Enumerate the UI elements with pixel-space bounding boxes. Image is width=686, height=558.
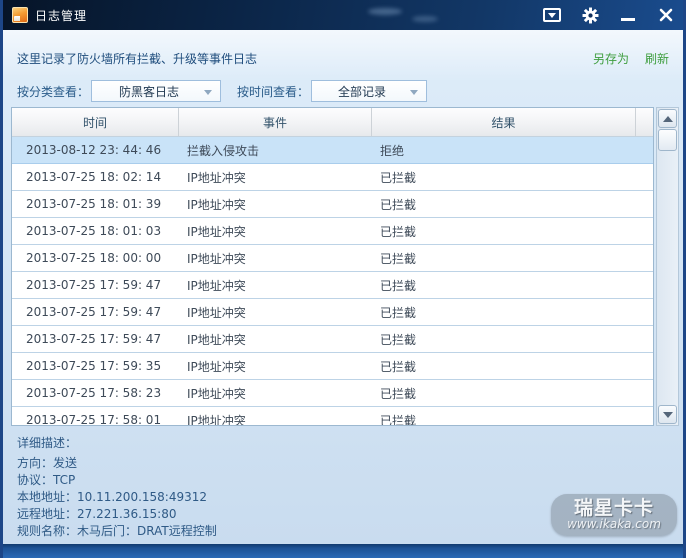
log-manager-window: 日志管理 这里记录了防火墙所有拦截、升级等事件日志 另存为 刷新 按分类查看： …: [0, 0, 686, 558]
log-result-cell: 已拦截: [380, 224, 417, 239]
table-row[interactable]: 2013-07-25 18: 00: 00 IP地址冲突 已拦截: [12, 245, 654, 272]
scrollbar-track[interactable]: [657, 151, 678, 404]
page-description: 这里记录了防火墙所有拦截、升级等事件日志: [17, 52, 258, 66]
minimize-button[interactable]: [616, 4, 640, 26]
log-table: 时间 事件 结果 2013-08-12 23: 44: 46 拦截入侵攻击 拒绝…: [11, 107, 655, 426]
table-header: 时间 事件 结果: [12, 108, 654, 137]
log-time-cell: 2013-07-25 17: 59: 47: [26, 332, 162, 346]
table-row[interactable]: 2013-07-25 17: 59: 35 IP地址冲突 已拦截: [12, 353, 654, 380]
log-result-cell: 已拦截: [380, 305, 417, 320]
arrow-up-icon: [662, 115, 673, 122]
log-result-cell: 已拦截: [380, 332, 417, 347]
log-event-cell: IP地址冲突: [187, 251, 246, 266]
window-menu-button[interactable]: [540, 4, 564, 26]
vertical-scrollbar[interactable]: [656, 107, 679, 426]
titlebar: 日志管理: [3, 0, 683, 30]
log-table-body: 2013-08-12 23: 44: 46 拦截入侵攻击 拒绝 2013-07-…: [12, 137, 654, 426]
table-row[interactable]: 2013-07-25 18: 01: 03 IP地址冲突 已拦截: [12, 218, 654, 245]
log-event-cell: IP地址冲突: [187, 305, 246, 320]
table-row[interactable]: 2013-08-12 23: 44: 46 拦截入侵攻击 拒绝: [12, 137, 654, 164]
log-event-cell: IP地址冲突: [187, 386, 246, 401]
log-time-cell: 2013-07-25 17: 59: 35: [26, 359, 162, 373]
content-area: 这里记录了防火墙所有拦截、升级等事件日志 另存为 刷新 按分类查看： 防黑客日志…: [3, 30, 683, 544]
column-header-event[interactable]: 事件: [179, 108, 372, 136]
table-row[interactable]: 2013-07-25 18: 01: 39 IP地址冲突 已拦截: [12, 191, 654, 218]
refresh-link[interactable]: 刷新: [645, 50, 669, 67]
brand-name: 瑞星卡卡: [573, 497, 654, 519]
column-header-filler: [636, 108, 653, 136]
window-title: 日志管理: [35, 8, 88, 23]
brand-url: www.ikaka.com: [567, 517, 661, 531]
column-header-time[interactable]: 时间: [12, 108, 179, 136]
time-dropdown-value: 全部记录: [338, 84, 387, 99]
table-row[interactable]: 2013-07-25 17: 59: 47 IP地址冲突 已拦截: [12, 299, 654, 326]
log-event-cell: IP地址冲突: [187, 224, 246, 239]
chevron-down-box-icon: [543, 8, 561, 22]
table-row[interactable]: 2013-07-25 18: 02: 14 IP地址冲突 已拦截: [12, 164, 654, 191]
settings-button[interactable]: [578, 4, 602, 26]
log-time-cell: 2013-07-25 17: 59: 47: [26, 278, 162, 292]
time-filter-label: 按时间查看：: [237, 84, 310, 99]
close-icon: [659, 8, 673, 22]
log-time-cell: 2013-07-25 18: 01: 39: [26, 197, 162, 211]
titlebar-cloud-decoration: [368, 8, 402, 15]
chevron-down-icon: [410, 90, 419, 95]
close-button[interactable]: [654, 4, 678, 26]
time-dropdown[interactable]: 全部记录: [311, 80, 428, 102]
log-time-cell: 2013-08-12 23: 44: 46: [26, 143, 162, 157]
scroll-down-button[interactable]: [658, 405, 678, 424]
log-result-cell: 拒绝: [380, 143, 405, 158]
titlebar-cloud-decoration: [412, 16, 438, 22]
log-result-cell: 已拦截: [380, 170, 417, 185]
window-bottom-bar: [3, 544, 683, 558]
log-time-cell: 2013-07-25 18: 02: 14: [26, 170, 162, 184]
category-dropdown[interactable]: 防黑客日志: [91, 80, 222, 102]
column-header-result[interactable]: 结果: [372, 108, 636, 136]
log-time-cell: 2013-07-25 17: 58: 23: [26, 386, 162, 400]
log-book-icon: [12, 7, 28, 23]
log-result-cell: 已拦截: [380, 278, 417, 293]
table-row[interactable]: 2013-07-25 17: 59: 47 IP地址冲突 已拦截: [12, 272, 654, 299]
log-event-cell: IP地址冲突: [187, 170, 246, 185]
table-row[interactable]: 2013-07-25 17: 58: 01 IP地址冲突 已拦截: [12, 407, 654, 426]
log-time-cell: 2013-07-25 18: 01: 03: [26, 224, 162, 238]
log-result-cell: 已拦截: [380, 359, 417, 374]
log-result-cell: 已拦截: [380, 251, 417, 266]
log-time-cell: 2013-07-25 18: 00: 00: [26, 251, 162, 265]
log-event-cell: IP地址冲突: [187, 359, 246, 374]
category-filter-label: 按分类查看：: [17, 84, 90, 99]
brand-watermark: 瑞星卡卡 www.ikaka.com: [551, 494, 677, 536]
log-result-cell: 已拦截: [380, 413, 417, 426]
arrow-down-icon: [662, 411, 673, 418]
log-result-cell: 已拦截: [380, 197, 417, 212]
scrollbar-thumb[interactable]: [658, 129, 678, 151]
gear-icon: [582, 7, 598, 23]
log-event-cell: IP地址冲突: [187, 413, 246, 426]
log-event-cell: IP地址冲突: [187, 278, 246, 293]
save-as-link[interactable]: 另存为: [593, 50, 629, 67]
log-time-cell: 2013-07-25 17: 59: 47: [26, 305, 162, 319]
log-event-cell: 拦截入侵攻击: [187, 143, 260, 158]
log-event-cell: IP地址冲突: [187, 332, 246, 347]
chevron-down-icon: [204, 90, 213, 95]
log-event-cell: IP地址冲突: [187, 197, 246, 212]
minimize-icon: [621, 17, 635, 21]
scroll-up-button[interactable]: [658, 109, 678, 128]
log-result-cell: 已拦截: [380, 386, 417, 401]
table-row[interactable]: 2013-07-25 17: 58: 23 IP地址冲突 已拦截: [12, 380, 654, 407]
table-row[interactable]: 2013-07-25 17: 59: 47 IP地址冲突 已拦截: [12, 326, 654, 353]
detail-protocol: 协议：TCP: [17, 473, 76, 487]
category-dropdown-value: 防黑客日志: [119, 84, 180, 99]
detail-direction: 方向：发送: [17, 456, 78, 470]
details-label: 详细描述：: [17, 436, 78, 450]
log-time-cell: 2013-07-25 17: 58: 01: [26, 413, 162, 425]
